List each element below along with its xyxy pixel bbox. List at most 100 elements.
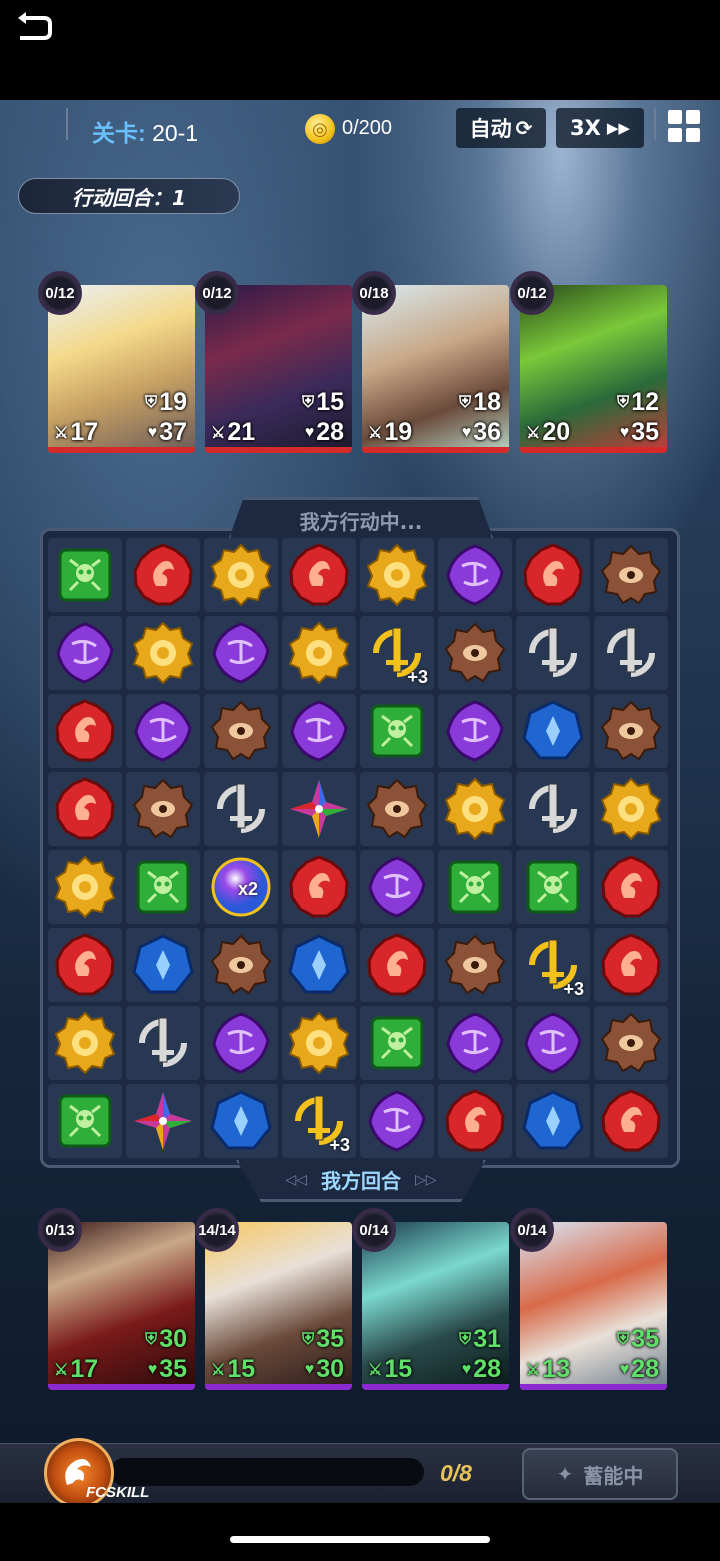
fcskill-count: 0/8 <box>440 1460 472 1486</box>
bonus-badge: +3 <box>329 1135 350 1155</box>
energy-counter: 0/14 <box>352 1208 396 1252</box>
hp-value: 28 <box>631 1355 659 1383</box>
gem-red-icon[interactable] <box>282 538 356 612</box>
gem-green-icon[interactable] <box>438 850 512 924</box>
hp-stat: ♥35 <box>620 418 659 447</box>
gem-purple-icon[interactable] <box>48 616 122 690</box>
gem-yellow-icon[interactable] <box>360 538 434 612</box>
shield-icon: ⛨ <box>459 394 472 412</box>
heart-icon: ♥ <box>147 424 158 442</box>
gem-yellow-icon[interactable] <box>126 616 200 690</box>
gem-yellow-icon[interactable] <box>282 1006 356 1080</box>
gem-yellow-icon[interactable] <box>48 850 122 924</box>
energy-counter: 0/18 <box>352 271 396 315</box>
gem-blue-icon[interactable] <box>126 928 200 1002</box>
shield-stat: ⛨31 <box>459 1325 501 1354</box>
gem-purple-icon[interactable] <box>360 850 434 924</box>
hp-stat: ♥36 <box>462 418 501 447</box>
heart-icon: ♥ <box>461 424 472 442</box>
charging-button[interactable]: ✦ 蓄能中 <box>522 1448 678 1500</box>
gem-green-icon[interactable] <box>360 694 434 768</box>
heart-icon: ♥ <box>619 424 630 442</box>
gem-sword-icon[interactable] <box>594 616 668 690</box>
gem-red-icon[interactable] <box>594 928 668 1002</box>
gem-brown-icon[interactable] <box>126 772 200 846</box>
gem-sword-icon[interactable]: +3 <box>360 616 434 690</box>
gem-red-icon[interactable] <box>594 1084 668 1158</box>
card-bar <box>520 447 667 453</box>
gem-purple-icon[interactable] <box>282 694 356 768</box>
attack-stat: ⚔13 <box>526 1355 570 1384</box>
gem-sword-icon[interactable] <box>126 1006 200 1080</box>
back-button[interactable] <box>14 10 54 46</box>
gem-brown-icon[interactable] <box>594 694 668 768</box>
gem-sword-icon[interactable]: +3 <box>516 928 590 1002</box>
attack-stat: ⚔17 <box>54 1355 98 1384</box>
shield-icon: ⛨ <box>617 394 630 412</box>
hp-value: 35 <box>631 418 659 446</box>
gem-red-icon[interactable] <box>360 928 434 1002</box>
gem-sword-icon[interactable]: +3 <box>282 1084 356 1158</box>
gem-sword-icon[interactable] <box>516 616 590 690</box>
gem-purple-icon[interactable] <box>438 694 512 768</box>
gem-green-icon[interactable] <box>516 850 590 924</box>
gem-red-icon[interactable] <box>282 850 356 924</box>
gem-red-icon[interactable] <box>594 850 668 924</box>
gem-brown-icon[interactable] <box>360 772 434 846</box>
gem-red-icon[interactable] <box>48 694 122 768</box>
gem-red-icon[interactable] <box>48 772 122 846</box>
gem-blue-icon[interactable] <box>516 694 590 768</box>
heart-icon: ♥ <box>304 424 315 442</box>
menu-grid-icon[interactable] <box>668 110 700 142</box>
gem-brown-icon[interactable] <box>594 538 668 612</box>
gem-star-icon[interactable] <box>282 772 356 846</box>
stage-label: 关卡: <box>92 120 146 146</box>
gem-multiplier-orb-icon[interactable]: x2 <box>204 850 278 924</box>
hp-stat: ♥28 <box>620 1355 659 1384</box>
attack-value: 13 <box>542 1355 571 1383</box>
sword-icon: ⚔ <box>54 425 69 443</box>
speed-button[interactable]: 3X ▶▶ <box>556 108 644 148</box>
gem-purple-icon[interactable] <box>438 538 512 612</box>
gem-yellow-icon[interactable] <box>438 772 512 846</box>
gem-sword-icon[interactable] <box>204 772 278 846</box>
gem-blue-icon[interactable] <box>516 1084 590 1158</box>
gem-brown-icon[interactable] <box>204 928 278 1002</box>
fast-forward-icon: ▶▶ <box>606 119 630 137</box>
gem-blue-icon[interactable] <box>204 1084 278 1158</box>
attack-value: 17 <box>70 418 99 446</box>
home-indicator[interactable] <box>230 1536 490 1543</box>
attack-stat: ⚔21 <box>211 418 255 447</box>
gem-brown-icon[interactable] <box>438 616 512 690</box>
gem-green-icon[interactable] <box>48 1084 122 1158</box>
gem-purple-icon[interactable] <box>438 1006 512 1080</box>
hp-stat: ♥28 <box>462 1355 501 1384</box>
magic-wand-icon: ✦ <box>556 1462 574 1486</box>
gem-purple-icon[interactable] <box>204 616 278 690</box>
gem-purple-icon[interactable] <box>516 1006 590 1080</box>
gem-red-icon[interactable] <box>438 1084 512 1158</box>
gem-purple-icon[interactable] <box>204 1006 278 1080</box>
gem-brown-icon[interactable] <box>204 694 278 768</box>
shield-icon: ⛨ <box>145 1331 158 1349</box>
gem-green-icon[interactable] <box>48 538 122 612</box>
gem-green-icon[interactable] <box>126 850 200 924</box>
gem-sword-icon[interactable] <box>516 772 590 846</box>
auto-button[interactable]: 自动 ⟳ <box>456 108 546 148</box>
gem-brown-icon[interactable] <box>594 1006 668 1080</box>
shield-stat: ⛨19 <box>145 388 187 417</box>
gem-red-icon[interactable] <box>516 538 590 612</box>
gem-purple-icon[interactable] <box>360 1084 434 1158</box>
gem-red-icon[interactable] <box>126 538 200 612</box>
gem-star-icon[interactable] <box>126 1084 200 1158</box>
gem-yellow-icon[interactable] <box>282 616 356 690</box>
gem-red-icon[interactable] <box>48 928 122 1002</box>
gem-yellow-icon[interactable] <box>204 538 278 612</box>
gem-yellow-icon[interactable] <box>594 772 668 846</box>
attack-stat: ⚔20 <box>526 418 570 447</box>
gem-brown-icon[interactable] <box>438 928 512 1002</box>
gem-purple-icon[interactable] <box>126 694 200 768</box>
gem-blue-icon[interactable] <box>282 928 356 1002</box>
gem-yellow-icon[interactable] <box>48 1006 122 1080</box>
gem-green-icon[interactable] <box>360 1006 434 1080</box>
